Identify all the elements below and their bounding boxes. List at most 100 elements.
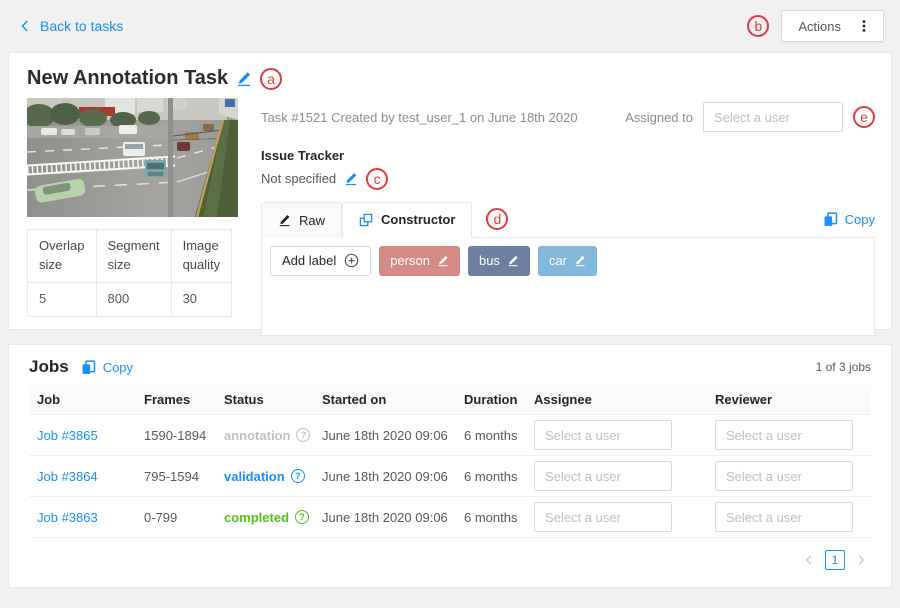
labels-tab-bar: Raw Constructor d Copy (261, 202, 875, 238)
col-header-reviewer: Reviewer (707, 385, 871, 415)
job-status: validation (224, 469, 285, 484)
jobs-card: Jobs Copy 1 of 3 jobs Job Frames Status … (8, 344, 892, 588)
tab-constructor-label: Constructor (381, 212, 455, 227)
pagination-prev-button[interactable] (803, 554, 815, 566)
labels-constructor-panel: Add label person bus car (261, 238, 875, 336)
annotation-circle-d: d (486, 208, 508, 230)
issue-tracker-value: Not specified (261, 171, 336, 186)
tab-constructor[interactable]: Constructor (342, 202, 472, 238)
assigned-to-select[interactable] (703, 102, 843, 132)
task-preview-image (27, 98, 238, 217)
edit-label-icon[interactable] (437, 254, 449, 267)
col-header-job: Job (29, 385, 136, 415)
top-bar: Back to tasks b Actions (0, 0, 900, 52)
edit-title-icon[interactable] (236, 70, 252, 87)
tab-raw[interactable]: Raw (261, 202, 342, 238)
label-chip-person[interactable]: person (379, 246, 460, 276)
issue-tracker-heading: Issue Tracker (261, 146, 875, 166)
labels-copy-button[interactable]: Copy (823, 212, 875, 227)
job-frames: 0-799 (136, 497, 216, 538)
question-circle-icon[interactable]: ? (291, 469, 305, 483)
job-reviewer-select[interactable] (715, 420, 853, 450)
tab-raw-label: Raw (299, 213, 325, 228)
job-reviewer-select[interactable] (715, 502, 853, 532)
annotation-circle-c: c (366, 168, 388, 190)
job-status: annotation (224, 428, 290, 443)
plus-circle-icon (344, 253, 359, 268)
edit-issue-tracker-icon[interactable] (344, 171, 358, 186)
job-started: June 18th 2020 09:06 (314, 497, 456, 538)
pencil-icon (278, 213, 291, 227)
col-header-duration: Duration (456, 385, 526, 415)
job-started: June 18th 2020 09:06 (314, 456, 456, 497)
copy-icon (823, 212, 838, 227)
chevron-left-icon (803, 554, 815, 566)
pagination-next-button[interactable] (855, 554, 867, 566)
job-status: completed (224, 510, 289, 525)
assigned-to-label: Assigned to (625, 110, 693, 125)
param-header-quality: Image quality (171, 230, 232, 283)
task-card: New Annotation Task a (8, 52, 892, 330)
chevron-left-icon (18, 19, 32, 33)
job-assignee-select[interactable] (534, 461, 672, 491)
annotation-circle-e: e (853, 106, 875, 128)
question-circle-icon[interactable]: ? (295, 510, 309, 524)
param-value-overlap: 5 (28, 282, 97, 316)
col-header-started: Started on (314, 385, 456, 415)
jobs-copy-button[interactable]: Copy (81, 360, 133, 375)
question-circle-icon[interactable]: ? (296, 428, 310, 442)
col-header-assignee: Assignee (526, 385, 707, 415)
jobs-pagination: 1 (29, 550, 871, 570)
annotation-circle-a: a (260, 68, 282, 90)
jobs-table: Job Frames Status Started on Duration As… (29, 385, 871, 538)
job-frames: 1590-1894 (136, 415, 216, 456)
task-title: New Annotation Task (27, 67, 228, 90)
label-chip-bus[interactable]: bus (468, 246, 530, 276)
pagination-page-1[interactable]: 1 (825, 550, 845, 570)
jobs-table-header-row: Job Frames Status Started on Duration As… (29, 385, 871, 415)
edit-label-icon[interactable] (574, 254, 586, 267)
jobs-count-text: 1 of 3 jobs (816, 360, 871, 374)
job-duration: 6 months (456, 415, 526, 456)
param-header-segment: Segment size (96, 230, 171, 283)
jobs-heading: Jobs (29, 357, 69, 377)
label-chip-car[interactable]: car (538, 246, 597, 276)
add-label-label: Add label (282, 253, 336, 268)
job-assignee-select[interactable] (534, 420, 672, 450)
job-assignee-select[interactable] (534, 502, 672, 532)
job-duration: 6 months (456, 497, 526, 538)
param-value-quality: 30 (171, 282, 232, 316)
col-header-status: Status (216, 385, 314, 415)
task-params-table: Overlap size Segment size Image quality … (27, 229, 232, 317)
param-value-segment: 800 (96, 282, 171, 316)
block-icon (359, 213, 373, 227)
back-to-tasks-label: Back to tasks (40, 18, 123, 34)
param-header-overlap: Overlap size (28, 230, 97, 283)
job-duration: 6 months (456, 456, 526, 497)
job-row: Job #3864 795-1594 validation ? June 18t… (29, 456, 871, 497)
label-chip-bus-name: bus (479, 253, 500, 268)
copy-icon (81, 360, 96, 375)
dots-vertical-icon (857, 18, 871, 34)
jobs-copy-label: Copy (103, 360, 133, 375)
label-chip-person-name: person (390, 253, 430, 268)
job-reviewer-select[interactable] (715, 461, 853, 491)
chevron-right-icon (855, 554, 867, 566)
actions-button[interactable]: Actions (781, 10, 884, 42)
back-to-tasks-link[interactable]: Back to tasks (18, 18, 123, 34)
job-row: Job #3863 0-799 completed ? June 18th 20… (29, 497, 871, 538)
task-meta-text: Task #1521 Created by test_user_1 on Jun… (261, 110, 578, 125)
add-label-button[interactable]: Add label (270, 246, 371, 276)
annotation-circle-b: b (747, 15, 769, 37)
job-started: June 18th 2020 09:06 (314, 415, 456, 456)
labels-copy-label: Copy (845, 212, 875, 227)
actions-label: Actions (798, 19, 841, 34)
job-frames: 795-1594 (136, 456, 216, 497)
col-header-frames: Frames (136, 385, 216, 415)
job-link[interactable]: Job #3863 (37, 510, 98, 525)
job-link[interactable]: Job #3864 (37, 469, 98, 484)
label-chip-car-name: car (549, 253, 567, 268)
edit-label-icon[interactable] (507, 254, 519, 267)
job-link[interactable]: Job #3865 (37, 428, 98, 443)
job-row: Job #3865 1590-1894 annotation ? June 18… (29, 415, 871, 456)
